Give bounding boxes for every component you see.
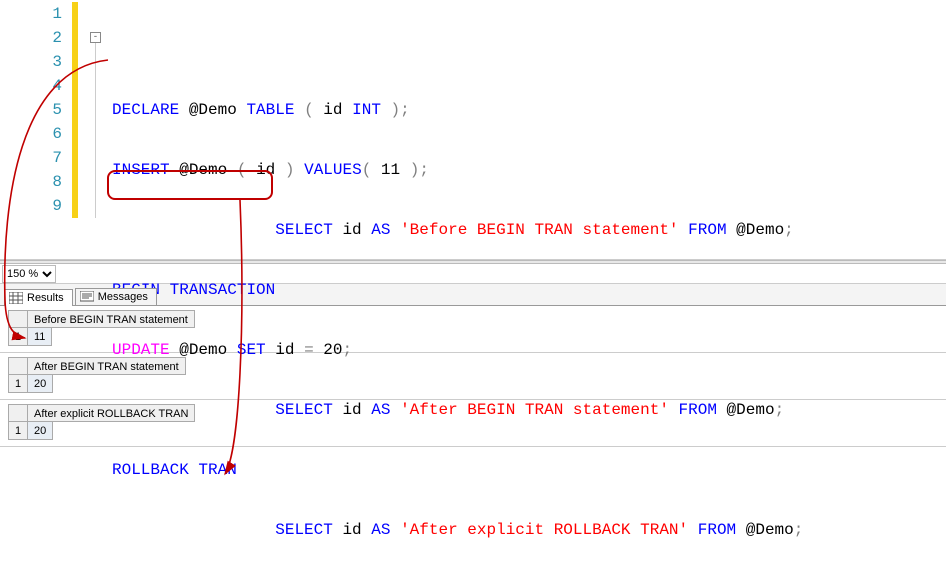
line-number: 2 (0, 26, 72, 50)
change-indicator-bar (72, 2, 78, 218)
code-editor-pane[interactable]: 1 2 3 4 5 6 7 8 9 - DECLARE @Demo TABLE … (0, 0, 946, 260)
line-number: 3 (0, 50, 72, 74)
line-number: 6 (0, 122, 72, 146)
code-line: DECLARE @Demo TABLE ( id INT ); (112, 98, 803, 122)
tab-results-label: Results (27, 292, 64, 304)
code-line: SELECT id AS 'After explicit ROLLBACK TR… (112, 518, 803, 542)
line-number: 4 (0, 74, 72, 98)
outlining-line (95, 43, 96, 218)
line-number: 8 (0, 170, 72, 194)
code-line: BEGIN TRANSACTION (112, 278, 803, 302)
grid-select-all[interactable] (8, 310, 28, 328)
code-line (112, 38, 803, 62)
code-line: SELECT id AS 'Before BEGIN TRAN statemen… (112, 218, 803, 242)
grid-icon (9, 292, 23, 304)
grid-cell[interactable]: 20 (28, 375, 53, 393)
messages-icon (80, 291, 94, 303)
code-line: INSERT @Demo ( id ) VALUES( 11 ); (112, 158, 803, 182)
code-line: SELECT id AS 'After BEGIN TRAN statement… (112, 398, 803, 422)
zoom-dropdown[interactable]: 150 % (2, 265, 56, 283)
line-number: 1 (0, 2, 72, 26)
grid-select-all[interactable] (8, 357, 28, 375)
grid-cell[interactable]: 11 (28, 328, 52, 346)
row-header[interactable]: 1 (8, 328, 28, 346)
code-line: UPDATE @Demo SET id = 20; (112, 338, 803, 362)
outlining-margin: - (90, 2, 104, 218)
line-number: 5 (0, 98, 72, 122)
grid-select-all[interactable] (8, 404, 28, 422)
line-number: 9 (0, 194, 72, 218)
grid-cell[interactable]: 20 (28, 422, 53, 440)
code-text-area[interactable]: DECLARE @Demo TABLE ( id INT ); INSERT @… (112, 0, 803, 259)
code-line: ROLLBACK TRAN (112, 458, 803, 482)
collapse-toggle-icon[interactable]: - (90, 32, 101, 43)
tab-messages[interactable]: Messages (75, 288, 157, 305)
line-number: 7 (0, 146, 72, 170)
tab-messages-label: Messages (98, 291, 148, 303)
tab-results[interactable]: Results (4, 289, 73, 306)
row-header[interactable]: 1 (8, 375, 28, 393)
row-header[interactable]: 1 (8, 422, 28, 440)
line-number-gutter: 1 2 3 4 5 6 7 8 9 (0, 0, 72, 259)
